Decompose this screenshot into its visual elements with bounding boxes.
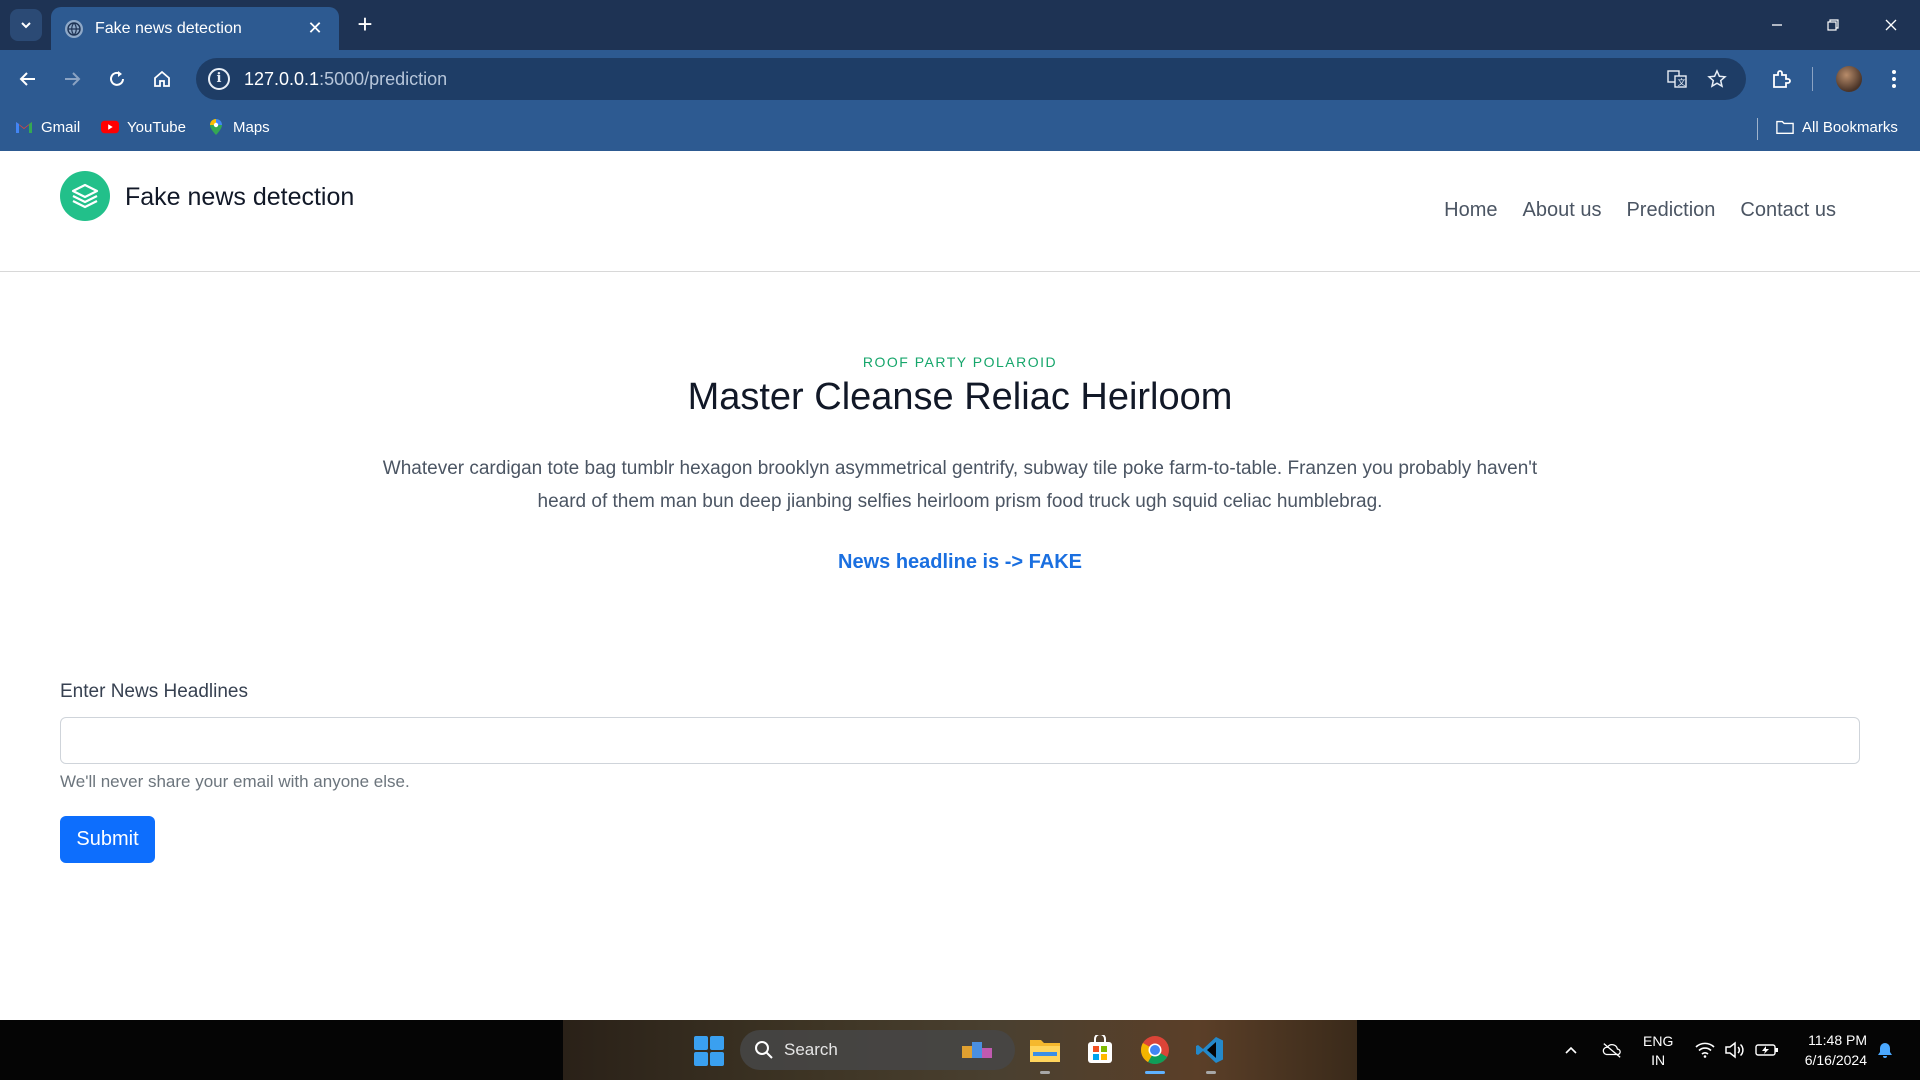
chrome-active-indicator bbox=[1145, 1071, 1165, 1074]
chrome-icon[interactable] bbox=[1138, 1034, 1172, 1066]
close-window-icon[interactable] bbox=[1878, 12, 1904, 38]
submit-button[interactable]: Submit bbox=[60, 816, 155, 863]
extensions-icon[interactable] bbox=[1767, 65, 1795, 93]
restore-icon[interactable] bbox=[1820, 12, 1846, 38]
wifi-icon[interactable] bbox=[1695, 1040, 1715, 1060]
language-indicator[interactable]: ENG IN bbox=[1643, 1032, 1673, 1070]
gmail-icon bbox=[15, 118, 33, 136]
url-text[interactable]: 127.0.0.1:5000/prediction bbox=[244, 69, 447, 90]
nav-prediction[interactable]: Prediction bbox=[1626, 199, 1715, 222]
hero-eyebrow: ROOF PARTY POLAROID bbox=[862, 354, 1058, 370]
input-help-text: We'll never share your email with anyone… bbox=[60, 772, 410, 791]
main-nav: Home About us Prediction Contact us bbox=[1444, 199, 1836, 222]
active-tab[interactable]: Fake news detection ✕ bbox=[51, 7, 339, 50]
chevron-down-icon bbox=[21, 22, 31, 29]
chevron-up-icon[interactable] bbox=[1561, 1040, 1581, 1060]
prediction-result: News headline is -> FAKE bbox=[838, 551, 1082, 573]
taskbar-search[interactable]: Search bbox=[740, 1030, 1015, 1070]
address-bar[interactable]: i 127.0.0.1:5000/prediction 文 bbox=[196, 58, 1746, 100]
nav-contact-us[interactable]: Contact us bbox=[1740, 199, 1836, 222]
search-highlight-icon bbox=[958, 1038, 998, 1062]
globe-icon bbox=[65, 19, 83, 38]
headline-label: Enter News Headlines bbox=[60, 681, 248, 702]
close-tab-icon[interactable]: ✕ bbox=[305, 18, 325, 39]
svg-text:文: 文 bbox=[1678, 77, 1686, 87]
page-title: Master Cleanse Reliac Heirloom bbox=[687, 376, 1233, 418]
file-explorer-icon[interactable] bbox=[1028, 1034, 1062, 1066]
bookmark-gmail[interactable]: Gmail bbox=[15, 118, 80, 136]
nav-about-us[interactable]: About us bbox=[1523, 199, 1602, 222]
hero-description: Whatever cardigan tote bag tumblr hexago… bbox=[382, 458, 1538, 512]
browser-tabstrip: Fake news detection ✕ + bbox=[0, 0, 1920, 50]
profile-avatar[interactable] bbox=[1836, 66, 1862, 92]
site-header: Fake news detection Home About us Predic… bbox=[0, 151, 1920, 272]
vscode-running-indicator bbox=[1206, 1071, 1216, 1074]
tab-search-button[interactable] bbox=[10, 9, 42, 41]
site-info-icon[interactable]: i bbox=[208, 68, 230, 90]
back-arrow-icon[interactable] bbox=[14, 65, 42, 93]
toolbar-divider bbox=[1812, 67, 1813, 91]
maps-icon bbox=[207, 118, 225, 136]
clock[interactable]: 11:48 PM 6/16/2024 bbox=[1795, 1030, 1867, 1070]
onedrive-offline-icon[interactable] bbox=[1602, 1040, 1622, 1060]
translate-icon[interactable]: 文 bbox=[1666, 68, 1688, 90]
new-tab-button[interactable]: + bbox=[352, 11, 378, 38]
browser-toolbar: i 127.0.0.1:5000/prediction 文 bbox=[0, 50, 1920, 108]
headline-input[interactable] bbox=[60, 717, 1860, 764]
microsoft-store-icon[interactable] bbox=[1083, 1034, 1117, 1066]
all-bookmarks-button[interactable]: All Bookmarks bbox=[1776, 118, 1898, 136]
windows-taskbar: Search ENG IN 11:48 PM 6/16/2024 bbox=[0, 1020, 1920, 1080]
forward-arrow-icon[interactable] bbox=[58, 65, 86, 93]
volume-icon[interactable] bbox=[1724, 1040, 1744, 1060]
bookmark-youtube[interactable]: YouTube bbox=[101, 118, 186, 136]
reload-icon[interactable] bbox=[103, 65, 131, 93]
bookmarks-divider bbox=[1757, 118, 1758, 140]
bookmark-maps[interactable]: Maps bbox=[207, 118, 270, 136]
nav-home[interactable]: Home bbox=[1444, 199, 1497, 222]
layers-logo-icon[interactable] bbox=[60, 171, 110, 221]
folder-icon bbox=[1776, 118, 1794, 136]
bookmark-star-icon[interactable] bbox=[1706, 68, 1728, 90]
minimize-icon[interactable] bbox=[1764, 12, 1790, 38]
vscode-icon[interactable] bbox=[1193, 1034, 1227, 1066]
tab-title: Fake news detection bbox=[95, 19, 242, 37]
bookmarks-bar: Gmail YouTube Maps All Bookmarks bbox=[0, 108, 1920, 151]
menu-kebab-icon[interactable] bbox=[1880, 65, 1908, 93]
battery-charging-icon[interactable] bbox=[1755, 1040, 1779, 1060]
search-icon bbox=[755, 1041, 773, 1059]
home-icon[interactable] bbox=[148, 65, 176, 93]
notification-bell-icon[interactable] bbox=[1875, 1040, 1895, 1060]
windows-start-icon[interactable] bbox=[694, 1036, 724, 1066]
youtube-icon bbox=[101, 118, 119, 136]
site-brand[interactable]: Fake news detection bbox=[125, 183, 354, 212]
explorer-running-indicator bbox=[1040, 1071, 1050, 1074]
